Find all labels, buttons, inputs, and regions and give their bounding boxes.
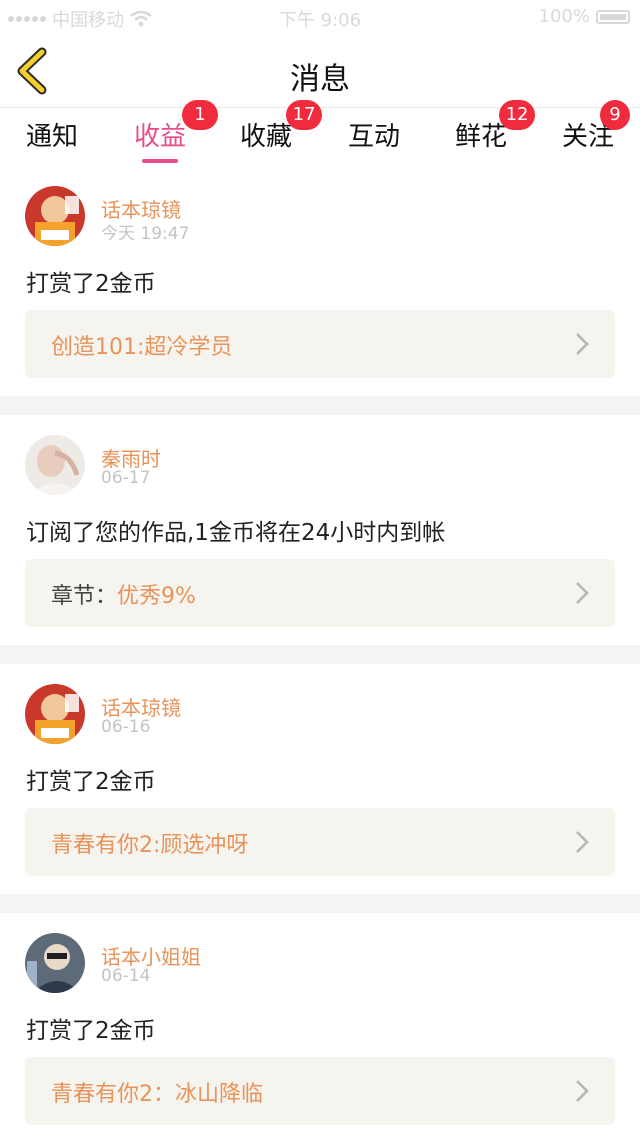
tab-notifications[interactable]: 通知 [26,116,78,153]
message-time: 06-16 [101,717,151,737]
message-card: 话本琼镜 06-16 打赏了2金币 青春有你2:顾选冲呀 [0,664,640,894]
tab-label: 互动 [348,122,401,152]
status-bar: 中国移动 下午 9:06 100% [0,0,640,34]
tab-badge: 9 [600,100,631,130]
link-title: 创造101:超冷学员 [51,335,233,360]
tab-flowers[interactable]: 鲜花 12 [455,100,536,153]
tab-badge: 12 [499,100,536,130]
message-text: 打赏了2金币 [26,769,156,795]
chevron-right-icon [576,333,589,355]
message-time: 今天 19:47 [101,224,190,244]
message-text: 订阅了您的作品,1金币将在24小时内到帐 [26,520,446,546]
link-title: 青春有你2:顾选冲呀 [51,833,249,858]
work-link[interactable]: 青春有你2：冰山降临 [25,1057,615,1125]
message-card: 话本小姐姐 06-14 打赏了2金币 青春有你2：冰山降临 [0,913,640,1139]
chevron-right-icon [576,1080,589,1102]
work-link-text: 青春有你2：冰山降临 [51,1076,263,1108]
page-title: 消息 [290,62,350,97]
work-link-text: 创造101:超冷学员 [51,329,232,361]
status-right: 100% [539,6,630,27]
nav-bar: 消息 [0,34,640,108]
tab-badge: 1 [182,100,219,130]
message-card: 话本琼镜 今天 19:47 打赏了2金币 创造101:超冷学员 [0,166,640,396]
link-title: 青春有你2：冰山降临 [51,1082,263,1107]
work-link[interactable]: 章节：优秀9% [25,559,615,627]
active-tab-indicator [142,159,179,163]
message-time: 06-14 [101,966,151,986]
message-time: 06-17 [101,468,151,488]
chevron-right-icon [576,831,589,853]
link-prefix: 章节： [51,584,118,609]
tab-interactions[interactable]: 互动 [348,116,400,153]
avatar[interactable] [25,933,85,993]
message-text: 打赏了2金币 [26,271,156,297]
tab-favorites[interactable]: 收藏 17 [240,100,323,153]
avatar[interactable] [25,435,85,495]
work-link[interactable]: 创造101:超冷学员 [25,310,615,378]
work-link-text: 青春有你2:顾选冲呀 [51,827,248,859]
tab-label: 收藏 [240,122,293,152]
avatar[interactable] [25,186,85,246]
work-link[interactable]: 青春有你2:顾选冲呀 [25,808,615,876]
tab-label: 收益 [134,122,187,152]
tab-bar: 通知 收益 1 收藏 17 互动 鲜花 12 关注 9 [0,100,640,166]
battery-icon [596,9,630,24]
tab-label: 鲜花 [455,122,508,152]
tab-label: 通知 [26,122,79,152]
link-title: 优秀9% [117,584,196,609]
message-text: 打赏了2金币 [26,1018,156,1044]
work-link-text: 章节：优秀9% [51,578,196,610]
message-card: 秦雨时 06-17 订阅了您的作品,1金币将在24小时内到帐 章节：优秀9% [0,415,640,645]
chevron-right-icon [576,582,589,604]
avatar[interactable] [25,684,85,744]
tab-earnings[interactable]: 收益 1 [134,100,219,163]
battery-percent: 100% [538,6,590,27]
tab-badge: 17 [286,100,323,130]
tab-follows[interactable]: 关注 9 [562,100,631,153]
